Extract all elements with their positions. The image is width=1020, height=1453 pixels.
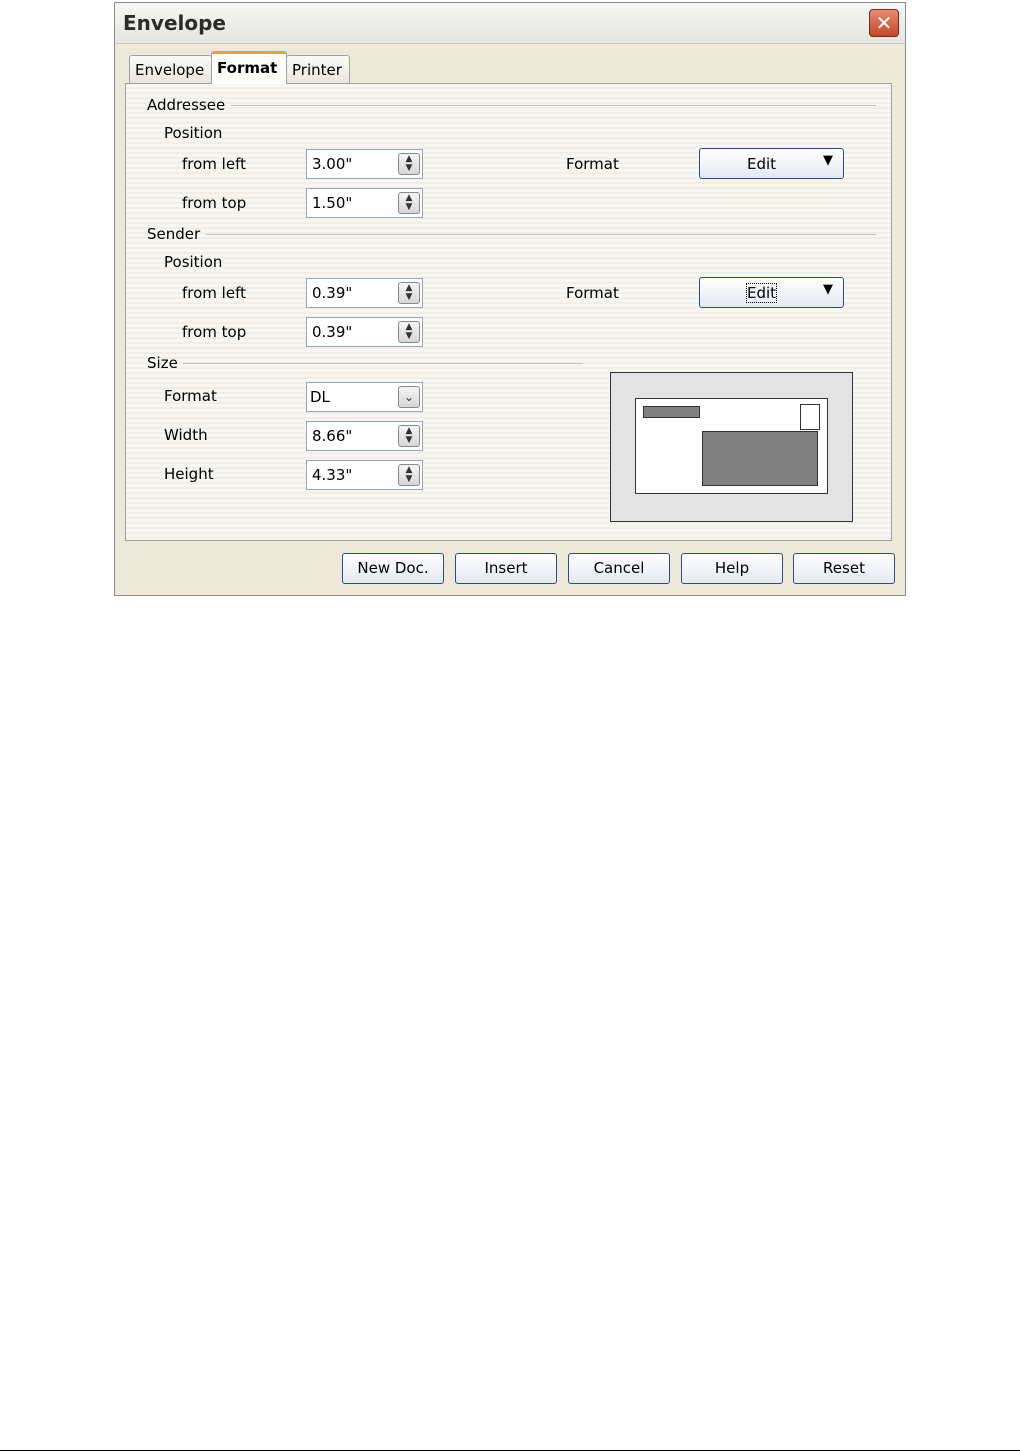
- addressee-from-top-spinner[interactable]: 1.50" ▲ ▼: [306, 188, 423, 218]
- chevron-down-icon[interactable]: ⌄: [398, 386, 420, 408]
- sender-from-top-label: from top: [182, 323, 247, 341]
- addressee-edit-label: Edit: [747, 155, 777, 173]
- size-width-spinner[interactable]: 8.66" ▲ ▼: [306, 421, 423, 451]
- spin-updown-icon[interactable]: ▲ ▼: [398, 153, 420, 175]
- addressee-from-top-label: from top: [182, 194, 247, 212]
- reset-button[interactable]: Reset: [793, 553, 895, 584]
- triangle-down-icon: ▼: [823, 282, 833, 297]
- sender-position-label: Position: [164, 253, 223, 271]
- size-width-value: 8.66": [312, 427, 353, 445]
- sender-from-top-spinner[interactable]: 0.39" ▲ ▼: [306, 317, 423, 347]
- tab-envelope[interactable]: Envelope: [129, 55, 212, 83]
- size-height-label: Height: [164, 465, 214, 483]
- addressee-from-left-label: from left: [182, 155, 246, 173]
- size-height-value: 4.33": [312, 466, 353, 484]
- size-format-dropdown[interactable]: DL ⌄: [306, 382, 423, 412]
- addressee-section-label: Addressee: [147, 96, 226, 114]
- sender-edit-button[interactable]: Edit ▼: [699, 277, 844, 308]
- size-divider: [183, 363, 583, 364]
- spin-updown-icon[interactable]: ▲ ▼: [398, 192, 420, 214]
- sender-from-left-value: 0.39": [312, 284, 353, 302]
- preview-envelope: [635, 398, 828, 494]
- addressee-position-label: Position: [164, 124, 223, 142]
- triangle-down-icon: ▼: [823, 153, 833, 168]
- title-bar[interactable]: Envelope ✕: [115, 3, 905, 44]
- envelope-preview: [610, 372, 853, 522]
- addressee-from-top-value: 1.50": [312, 194, 353, 212]
- sender-from-left-spinner[interactable]: 0.39" ▲ ▼: [306, 278, 423, 308]
- addressee-from-left-spinner[interactable]: 3.00" ▲ ▼: [306, 149, 423, 179]
- cancel-button[interactable]: Cancel: [568, 553, 670, 584]
- format-tab-panel: Addressee Position from left 3.00" ▲ ▼ fr…: [125, 83, 892, 541]
- sender-edit-label: Edit: [745, 283, 778, 303]
- sender-section-label: Sender: [147, 225, 201, 243]
- window-title: Envelope: [123, 11, 226, 35]
- size-height-spinner[interactable]: 4.33" ▲ ▼: [306, 460, 423, 490]
- tab-format[interactable]: Format: [211, 51, 287, 84]
- spin-updown-icon[interactable]: ▲ ▼: [398, 425, 420, 447]
- insert-button[interactable]: Insert: [455, 553, 557, 584]
- close-icon[interactable]: ✕: [869, 9, 899, 37]
- preview-sender-block: [643, 406, 700, 418]
- addressee-divider: [231, 105, 876, 106]
- sender-from-top-value: 0.39": [312, 323, 353, 341]
- size-width-label: Width: [164, 426, 208, 444]
- size-format-label: Format: [164, 387, 217, 405]
- size-section-label: Size: [147, 354, 178, 372]
- spin-updown-icon[interactable]: ▲ ▼: [398, 464, 420, 486]
- spin-updown-icon[interactable]: ▲ ▼: [398, 282, 420, 304]
- preview-addressee-block: [702, 431, 818, 486]
- new-doc-button[interactable]: New Doc.: [342, 553, 444, 584]
- size-format-value: DL: [310, 388, 330, 406]
- sender-divider: [206, 234, 876, 235]
- page-footer-line: [0, 1450, 1020, 1451]
- addressee-format-label: Format: [566, 155, 619, 173]
- envelope-dialog: Envelope ✕ Envelope Format Printer Addre…: [114, 2, 906, 596]
- help-button[interactable]: Help: [681, 553, 783, 584]
- sender-from-left-label: from left: [182, 284, 246, 302]
- sender-format-label: Format: [566, 284, 619, 302]
- preview-stamp: [800, 404, 820, 430]
- spin-updown-icon[interactable]: ▲ ▼: [398, 321, 420, 343]
- addressee-from-left-value: 3.00": [312, 155, 353, 173]
- tab-printer[interactable]: Printer: [286, 55, 350, 83]
- addressee-edit-button[interactable]: Edit ▼: [699, 148, 844, 179]
